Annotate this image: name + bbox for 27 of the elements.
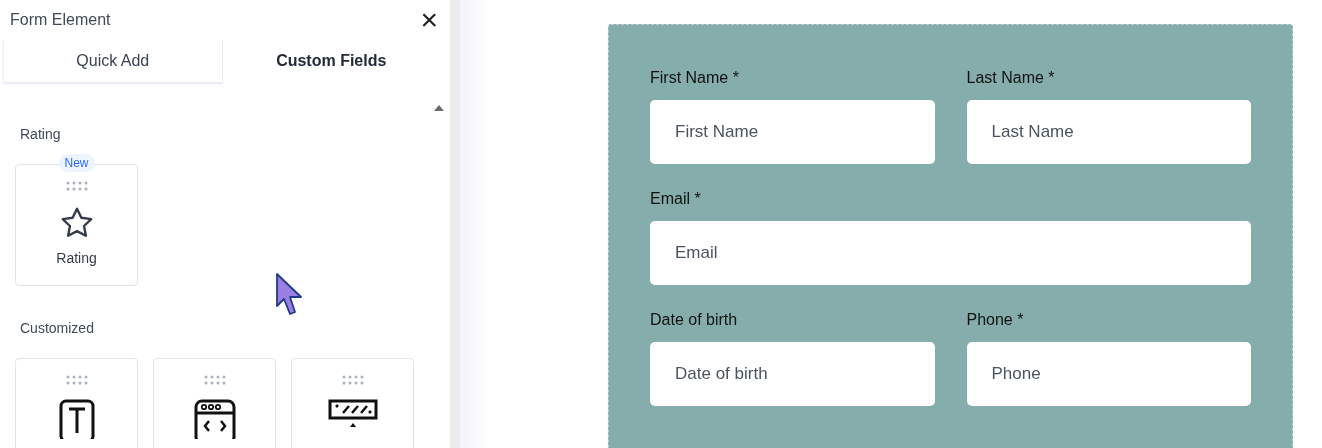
new-badge: New (58, 154, 95, 172)
input-field[interactable]: Last Name (966, 100, 1251, 164)
tab[interactable]: Quick Add (3, 40, 223, 82)
scroll-up-icon[interactable] (433, 104, 445, 112)
input-field[interactable]: Date of birth (650, 342, 935, 406)
field-label: Email * (650, 190, 702, 208)
field-label: Phone * (966, 311, 1025, 329)
code-window-icon (193, 399, 236, 439)
field-card[interactable] (291, 358, 414, 448)
input-field[interactable]: Email (650, 221, 1251, 285)
field-card[interactable] (15, 358, 138, 448)
section-title: Customized (19, 320, 95, 336)
field-label: First Name * (650, 69, 740, 87)
field-label: Date of birth (650, 311, 739, 329)
field-label: Last Name * (966, 69, 1056, 87)
field-card[interactable] (153, 358, 276, 448)
drag-handle-icon[interactable] (340, 375, 365, 385)
close-button[interactable]: × (420, 8, 438, 32)
input-field[interactable]: Phone (966, 342, 1251, 406)
section-title: Rating (19, 126, 62, 142)
drag-handle-icon[interactable] (64, 181, 89, 191)
panel-title: Form Element (10, 11, 111, 29)
drag-handle-icon[interactable] (64, 375, 89, 385)
input-field[interactable]: First Name (650, 100, 935, 164)
drag-handle-icon[interactable] (202, 375, 227, 385)
card-label: Rating (56, 250, 97, 266)
text-icon (58, 399, 95, 439)
